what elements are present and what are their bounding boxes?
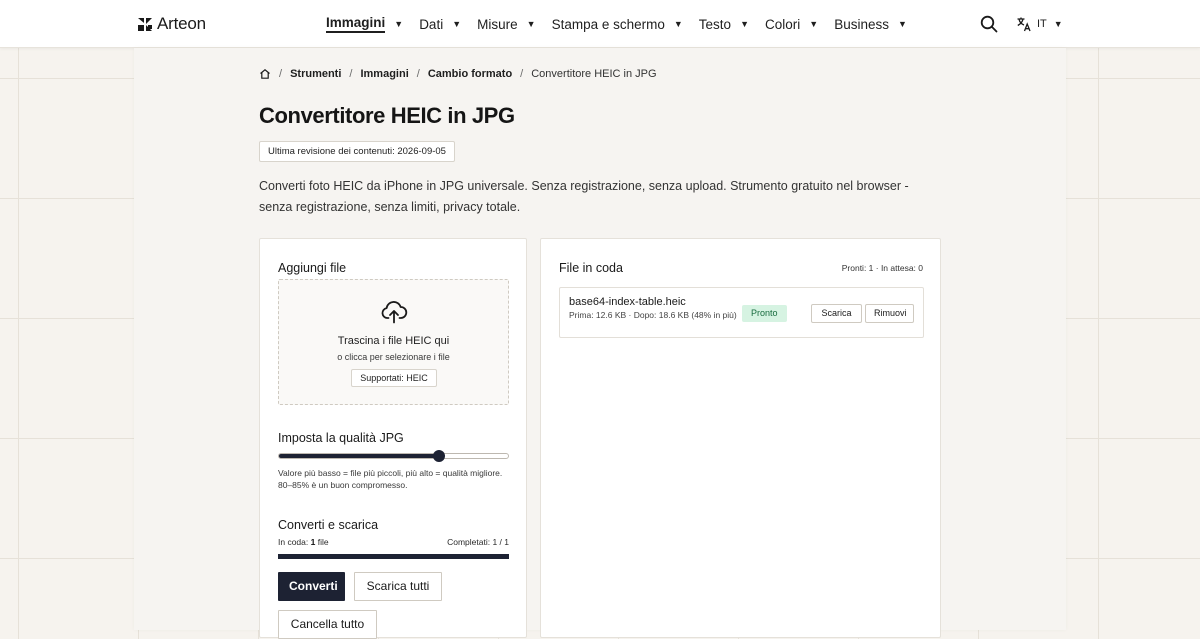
quality-slider-fill [279,454,440,458]
nav-item-label: Immagini [326,15,386,33]
language-selector[interactable]: IT ▼ [1016,16,1063,32]
nav-item-misure[interactable]: Misure ▼ [477,17,535,32]
main-content: / Strumenti / Immagini / Cambio formato … [134,48,1066,639]
chevron-down-icon: ▼ [809,19,819,29]
file-queue-title: File in coda [559,261,623,275]
brand-logo[interactable]: Arteon [137,14,206,34]
chevron-down-icon: ▼ [526,19,536,29]
file-name: base64-index-table.heic [569,296,686,308]
dropzone-title: Trascina i file HEIC qui [337,335,450,347]
breadcrumb: / Strumenti / Immagini / Cambio formato … [259,68,657,80]
chevron-down-icon: ▼ [673,19,683,29]
nav-item-label: Colori [765,16,801,32]
nav-item-label: Misure [477,16,518,32]
brand-name: Arteon [157,14,206,33]
breadcrumb-link-cambio-formato[interactable]: Cambio formato [428,68,512,80]
quality-slider[interactable] [278,450,509,462]
arteon-logo-icon [138,18,152,31]
quality-title: Imposta la qualità JPG [278,431,404,445]
file-list-item: base64-index-table.heic Prima: 12.6 KB ·… [559,287,924,338]
breadcrumb-separator: / [349,68,353,80]
language-code: IT [1037,18,1047,30]
completed-count: Completati: 1 / 1 [447,537,509,547]
supported-formats-badge: Supportati: HEIC [351,369,437,387]
remove-file-button[interactable]: Rimuovi [865,304,914,323]
top-navigation-bar: Arteon Immagini ▼ Dati ▼ Misure ▼ Stampa… [0,0,1200,48]
chevron-down-icon: ▼ [394,19,404,29]
cloud-upload-icon [381,301,408,324]
queue-count-value: 1 [310,537,316,547]
nav-item-label: Stampa e schermo [551,16,665,32]
download-file-button[interactable]: Scarica [811,304,862,323]
queue-count-prefix: In coda: [278,537,309,547]
nav-item-dati[interactable]: Dati ▼ [419,17,461,32]
conversion-progress-fill [278,554,509,559]
nav-item-label: Dati [419,16,444,32]
page-description: Converti foto HEIC da iPhone in JPG univ… [259,179,909,214]
chevron-down-icon: ▼ [452,19,462,29]
search-icon [980,15,998,33]
breadcrumb-separator: / [279,68,283,80]
chevron-down-icon: ▼ [897,19,907,29]
nav-item-stampa-e-schermo[interactable]: Stampa e schermo ▼ [552,17,683,32]
converter-panel: Aggiungi file Trascina i file HEIC qui o… [259,238,527,639]
nav-item-testo[interactable]: Testo ▼ [699,17,749,32]
search-button[interactable] [980,15,998,33]
breadcrumb-separator: / [416,68,420,80]
nav-item-colori[interactable]: Colori ▼ [765,17,818,32]
download-all-button[interactable]: Scarica tutti [354,572,442,601]
convert-title: Converti e scarica [278,518,379,532]
queue-count: In coda: 1 file [278,537,329,547]
page-title: Convertitore HEIC in JPG [259,103,515,128]
clear-all-button[interactable]: Cancella tutto [278,610,377,639]
breadcrumb-link-immagini[interactable]: Immagini [360,68,408,80]
breadcrumb-separator: / [520,68,524,80]
dropzone-subtitle: o clicca per selezionare i file [337,352,450,362]
convert-button[interactable]: Converti [278,572,345,601]
quality-slider-thumb[interactable] [433,450,446,462]
queue-count-suffix: file [317,537,329,547]
home-icon[interactable] [259,68,271,80]
file-size-info: Prima: 12.6 KB · Dopo: 18.6 KB (48% in p… [569,310,737,320]
file-dropzone[interactable]: Trascina i file HEIC qui o clicca per se… [278,279,509,405]
translate-icon [1017,17,1031,32]
file-queue-summary: Pronti: 1 · In attesa: 0 [841,263,923,273]
main-nav: Immagini ▼ Dati ▼ Misure ▼ Stampa e sche… [326,0,907,48]
nav-item-label: Testo [698,16,732,32]
breadcrumb-current: Convertitore HEIC in JPG [531,68,657,80]
nav-item-label: Business [834,16,889,32]
queue-status-row: In coda: 1 file Completati: 1 / 1 [278,537,509,547]
status-badge: Pronto [742,305,787,322]
add-files-title: Aggiungi file [278,261,347,275]
chevron-down-icon: ▼ [740,19,749,29]
nav-item-business[interactable]: Business ▼ [834,17,907,32]
chevron-down-icon: ▼ [1053,19,1063,29]
revision-badge: Ultima revisione dei contenuti: 2026-09-… [259,141,455,162]
nav-item-immagini[interactable]: Immagini ▼ [326,15,403,33]
file-queue-panel: File in coda Pronti: 1 · In attesa: 0 ba… [540,238,941,638]
conversion-progress-bar [278,554,509,559]
nav-actions: IT ▼ [980,14,1063,34]
breadcrumb-link-strumenti[interactable]: Strumenti [290,68,341,80]
quality-help-text: Valore più basso = file più piccoli, più… [278,468,503,490]
